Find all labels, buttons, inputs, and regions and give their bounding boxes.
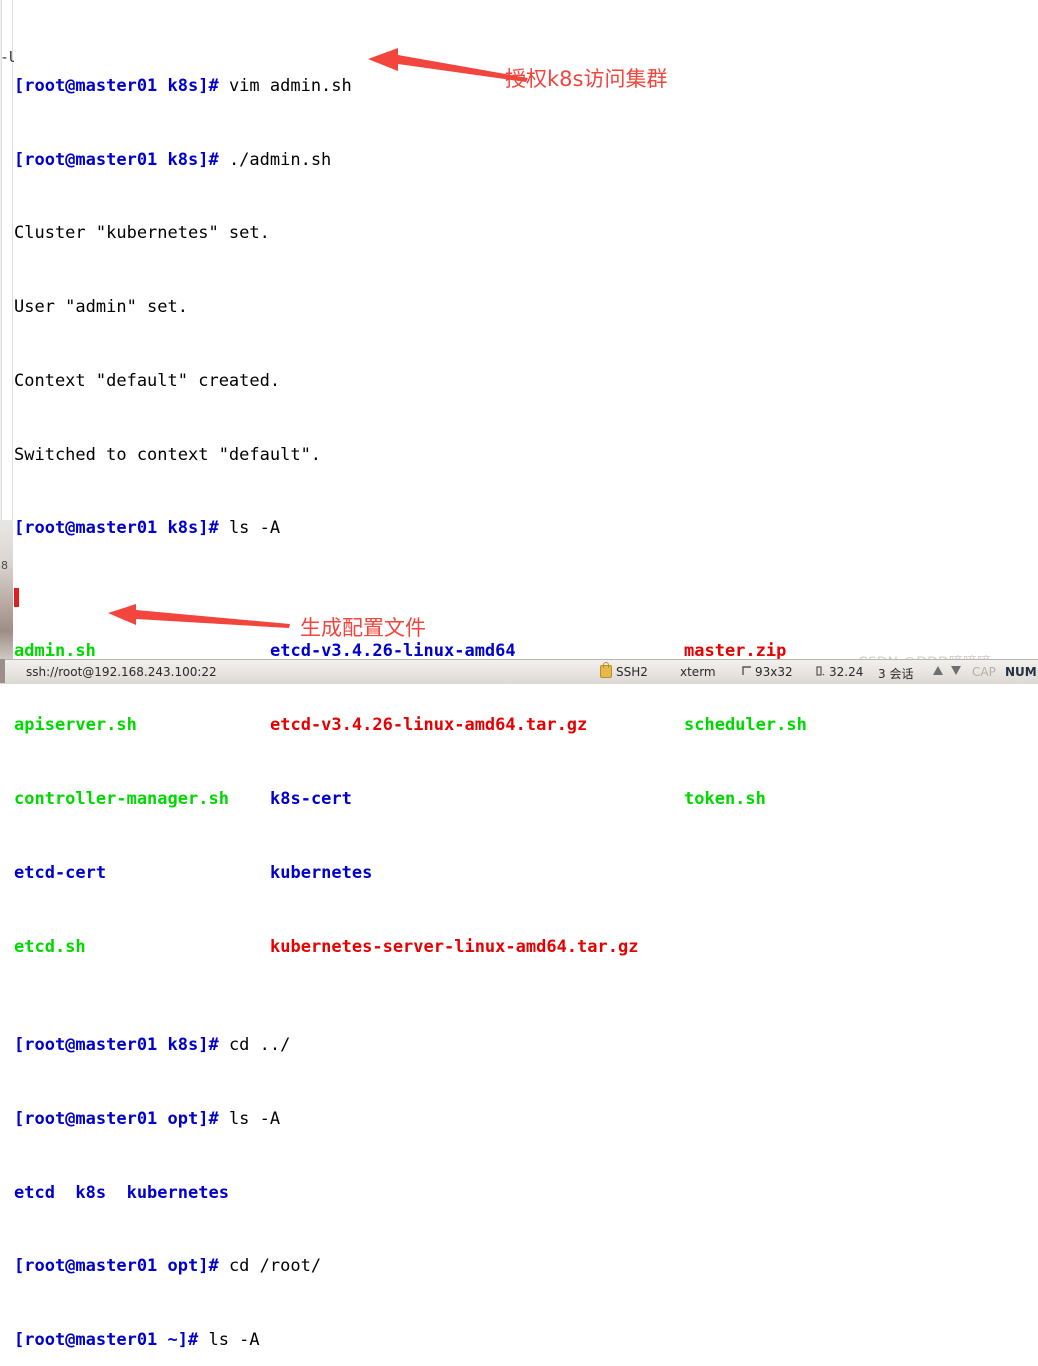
file-listing-row: etcd.sh kubernetes-server-linux-amd64.tar… (14, 935, 1038, 960)
file-listing-row: controller-manager.sh k8s-cert token.sh (14, 787, 1038, 812)
shell-command: ./admin.sh (228, 149, 332, 170)
shell-prompt: [root@master01 k8s]# (14, 75, 229, 96)
scroll-down-icon[interactable] (951, 666, 961, 675)
terminal-line: User "admin" set. (14, 295, 1038, 320)
status-bar-edge (0, 659, 5, 683)
annotation-arrow-top (368, 48, 528, 82)
shell-command: ls -A (208, 1330, 260, 1351)
scrollbar-thumb[interactable] (1, 0, 13, 531)
status-num-lock: NUM (1005, 665, 1037, 679)
terminal-line: [root@master01 k8s]# ls -A (14, 516, 1038, 541)
scroll-up-icon[interactable] (933, 666, 943, 675)
annotation-label-authorize: 授权k8s访问集群 (505, 67, 668, 91)
status-window-size: 93x32 (755, 665, 793, 679)
text-selection-marker (14, 588, 19, 607)
terminal-line: [root@master01 k8s]# cd ../ (14, 1033, 1038, 1058)
status-session-count: 3 会话 (878, 667, 914, 681)
status-cursor-position: 32.24 (829, 665, 864, 679)
status-connection-url: ssh://root@192.168.243.100:22 (26, 665, 217, 679)
shell-prompt: [root@master01 k8s]# (14, 518, 229, 539)
lock-icon (600, 662, 612, 678)
gutter-line-number: 8 (1, 559, 8, 572)
file-listing-row: etcd-cert kubernetes (14, 861, 1038, 886)
command-output: User "admin" set. (14, 297, 188, 318)
window-size-icon (742, 666, 751, 675)
terminal-window: 8 -U [root@master01 k8s]# vim admin.sh [… (0, 0, 1038, 1350)
shell-prompt: [root@master01 opt]# (14, 1108, 229, 1129)
shell-command: ls -A (228, 518, 281, 539)
terminal-output[interactable]: [root@master01 k8s]# vim admin.sh [root@… (14, 0, 1038, 1350)
status-emulation: xterm (680, 665, 716, 679)
file-entry[interactable]: scheduler.sh (684, 715, 807, 735)
file-entry[interactable]: etcd.sh (14, 935, 270, 960)
file-listing-row: etcd k8s kubernetes (14, 1181, 1038, 1206)
file-entry[interactable]: kubernetes (270, 861, 684, 886)
file-entry[interactable]: etcd k8s kubernetes (14, 1183, 229, 1203)
shell-prompt: [root@master01 k8s]# (14, 149, 229, 170)
shell-prompt: [root@master01 k8s]# (14, 1034, 229, 1055)
file-listing-row: apiserver.sh etcd-v3.4.26-linux-amd64.tar… (14, 713, 1038, 738)
file-entry[interactable]: controller-manager.sh (14, 787, 270, 812)
annotation-label-generate-config: 生成配置文件 (300, 616, 426, 640)
terminal-line: Switched to context "default". (14, 443, 1038, 468)
command-output: Switched to context "default". (14, 444, 322, 465)
shell-command: ls -A (228, 1108, 281, 1129)
terminal-line: [root@master01 opt]# ls -A (14, 1107, 1038, 1132)
file-entry[interactable]: k8s-cert (270, 787, 684, 812)
file-entry[interactable]: etcd-cert (14, 861, 270, 886)
status-protocol: SSH2 (616, 665, 648, 679)
file-entry[interactable]: kubernetes-server-linux-amd64.tar.gz (270, 935, 684, 960)
terminal-line: [root@master01 k8s]# ./admin.sh (14, 148, 1038, 173)
command-output: Cluster "kubernetes" set. (14, 223, 270, 244)
status-bar: ssh://root@192.168.243.100:22 SSH2 xterm… (0, 659, 1038, 684)
cursor-position-icon (816, 666, 825, 676)
scrollbar-gutter[interactable]: 8 (0, 0, 14, 659)
shell-prompt: [root@master01 ~]# (14, 1330, 209, 1351)
annotation-arrow-bottom (108, 604, 290, 628)
shell-command: cd /root/ (228, 1256, 322, 1277)
shell-prompt: [root@master01 opt]# (14, 1256, 229, 1277)
file-entry[interactable]: apiserver.sh (14, 713, 270, 738)
file-entry[interactable]: etcd-v3.4.26-linux-amd64.tar.gz (270, 713, 684, 738)
file-entry[interactable]: token.sh (684, 789, 766, 809)
terminal-line: Cluster "kubernetes" set. (14, 221, 1038, 246)
shell-command: cd ../ (228, 1034, 291, 1055)
status-caps-lock: CAP (972, 665, 996, 679)
shell-command: vim admin.sh (228, 75, 352, 96)
terminal-line: [root@master01 opt]# cd /root/ (14, 1254, 1038, 1279)
gutter-artifact (0, 520, 13, 659)
terminal-line: [root@master01 ~]# ls -A (14, 1328, 1038, 1353)
command-output: Context "default" created. (14, 370, 281, 391)
terminal-line: Context "default" created. (14, 369, 1038, 394)
